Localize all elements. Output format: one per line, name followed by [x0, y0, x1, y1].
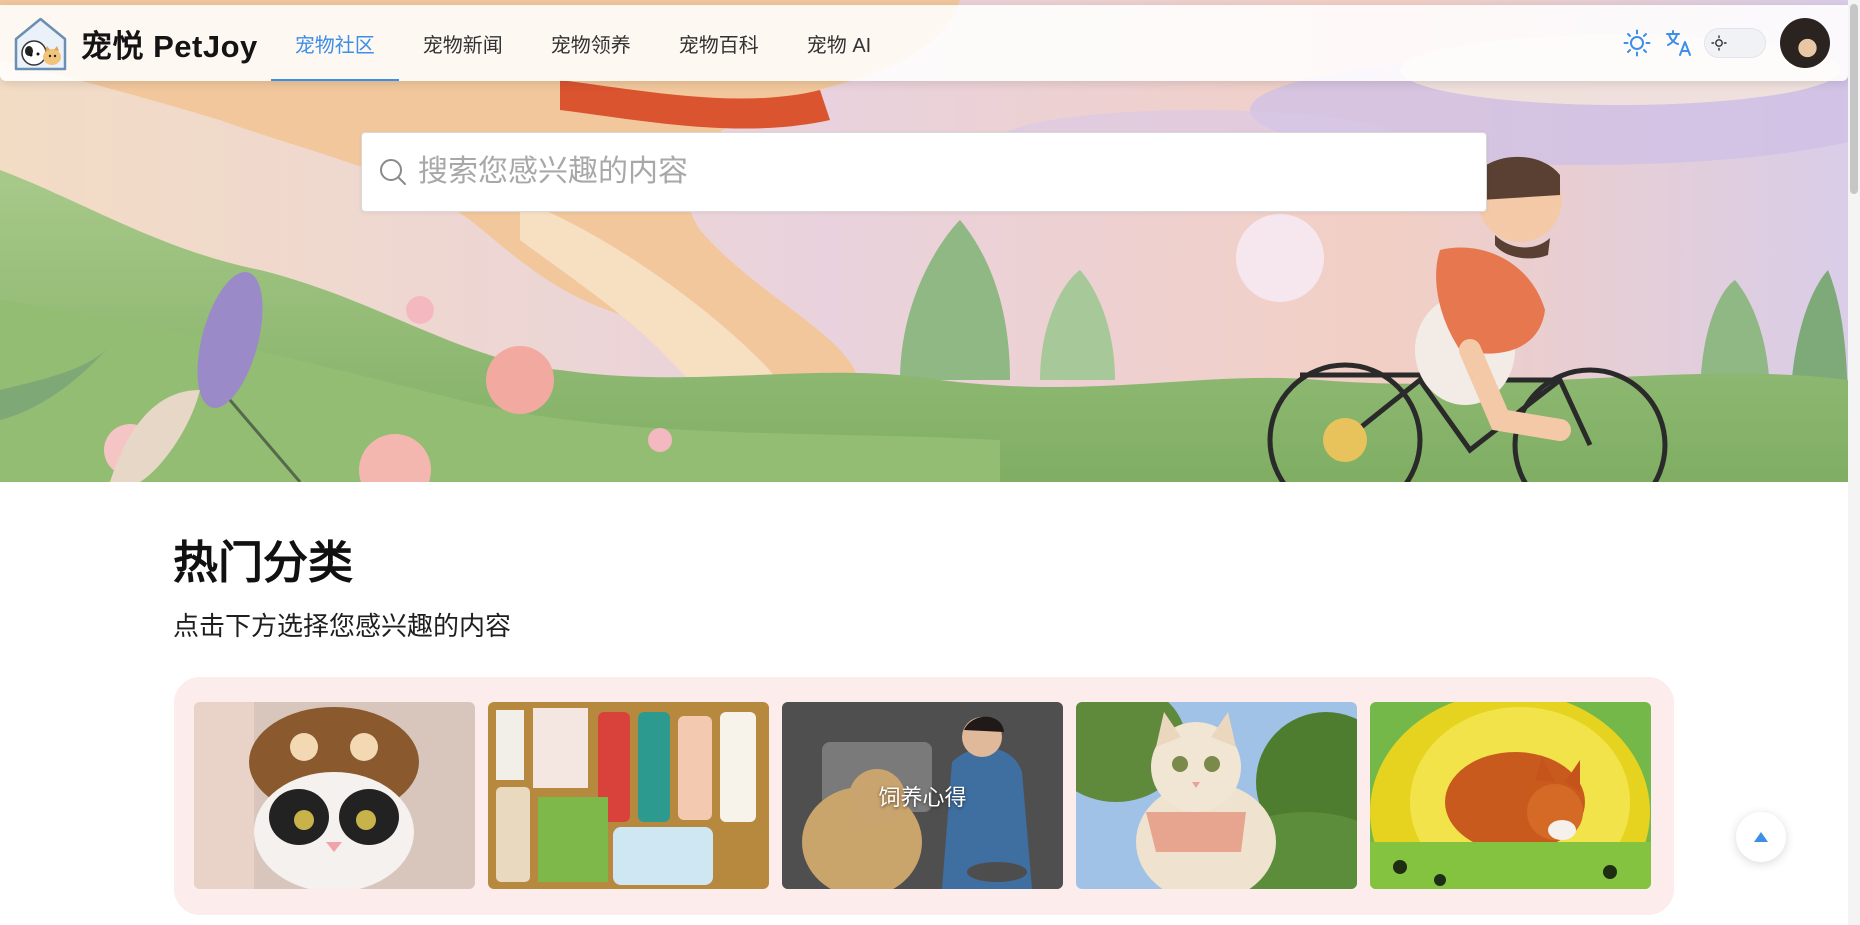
- category-panel: 饲养心得: [174, 677, 1674, 915]
- section-title: 热门分类: [173, 537, 354, 588]
- main-nav: 宠物社区 宠物新闻 宠物领养 宠物百科 宠物 AI: [270, 5, 895, 81]
- scrollbar-thumb[interactable]: [1850, 4, 1858, 194]
- category-label: 饲养心得: [878, 784, 967, 810]
- category-card[interactable]: [488, 702, 769, 889]
- nav-item-ai[interactable]: 宠物 AI: [783, 5, 895, 81]
- sun-icon[interactable]: [1622, 28, 1652, 58]
- top-navbar: 宠悦 PetJoy 宠物社区 宠物新闻 宠物领养 宠物百科 宠物 AI: [0, 5, 1848, 81]
- sun-icon: [1711, 35, 1727, 51]
- toggle-knob: [1708, 32, 1730, 54]
- brand[interactable]: 宠悦 PetJoy: [12, 15, 258, 72]
- category-card[interactable]: [1370, 702, 1651, 889]
- category-card[interactable]: [194, 702, 475, 889]
- translate-icon[interactable]: [1664, 28, 1694, 58]
- arrow-up-icon: [1754, 832, 1768, 842]
- search-icon: [380, 159, 406, 185]
- search-bar: [361, 132, 1487, 212]
- pet-care-products-photo: [488, 702, 769, 889]
- search-input[interactable]: [418, 155, 1458, 189]
- dark-mode-toggle[interactable]: [1704, 28, 1766, 58]
- header-tools: [1610, 18, 1830, 68]
- pet-house-logo-icon: [14, 17, 67, 70]
- section-subtitle: 点击下方选择您感兴趣的内容: [173, 611, 512, 641]
- corgi-in-tunnel-photo: [1370, 702, 1651, 889]
- category-card[interactable]: [1076, 702, 1357, 889]
- category-card[interactable]: 饲养心得: [782, 702, 1063, 889]
- page-scrollbar[interactable]: [1848, 0, 1860, 925]
- nav-item-adoption[interactable]: 宠物领养: [527, 5, 655, 81]
- nav-item-community[interactable]: 宠物社区: [270, 5, 399, 81]
- nav-item-news[interactable]: 宠物新闻: [399, 5, 527, 81]
- brand-name: 宠悦 PetJoy: [81, 28, 258, 64]
- user-avatar[interactable]: [1780, 18, 1830, 68]
- cat-in-harness-photo: [1076, 702, 1357, 889]
- nav-item-encyclopedia[interactable]: 宠物百科: [655, 5, 783, 81]
- back-to-top-button[interactable]: [1736, 812, 1786, 862]
- cat-in-bear-hat-photo: [194, 702, 475, 889]
